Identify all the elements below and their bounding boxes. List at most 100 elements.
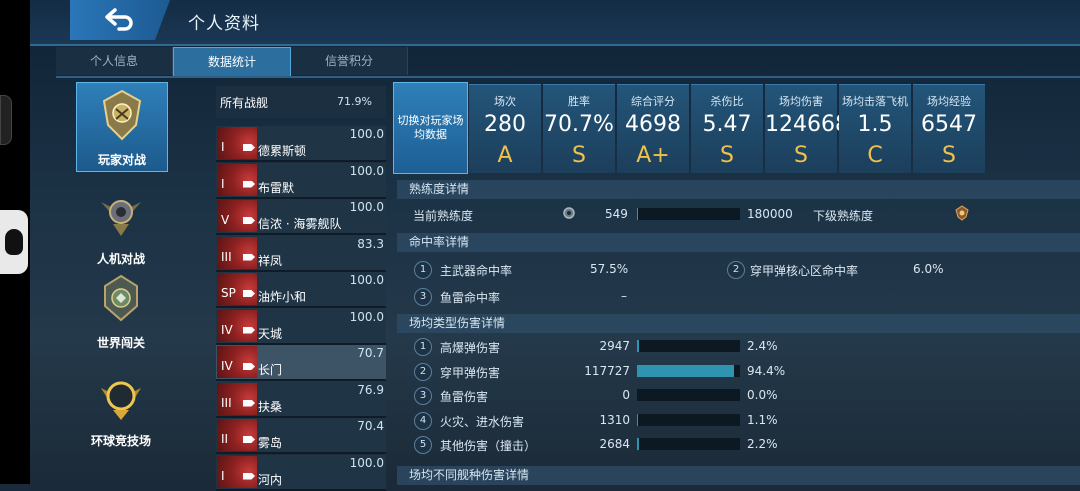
hit-rate-label: 主武器命中率 bbox=[440, 262, 512, 279]
stat-column: 场均经验6547S bbox=[913, 84, 985, 173]
ship-tier: V bbox=[221, 213, 229, 227]
stat-value: 280 bbox=[469, 112, 541, 137]
stat-value: 124668 bbox=[765, 112, 837, 137]
ship-name: 祥凤 bbox=[258, 252, 282, 269]
nav-label: 玩家对战 bbox=[77, 151, 167, 168]
switch-average-button[interactable]: 切换对玩家场均数据 bbox=[393, 82, 468, 174]
shield-emblem-icon bbox=[100, 89, 144, 141]
ship-tier: III bbox=[221, 250, 232, 264]
damage-bar bbox=[637, 340, 740, 352]
proficiency-current: 549 bbox=[605, 207, 628, 221]
ship-name: 天城 bbox=[258, 325, 282, 342]
stat-grade: A+ bbox=[617, 143, 689, 168]
mode-nav: 玩家对战 人机对战 世界闯关 环球竞技场 bbox=[72, 82, 168, 484]
tab-personal-info[interactable]: 个人信息 bbox=[56, 47, 173, 75]
stat-label: 场均经验 bbox=[913, 93, 985, 109]
damage-bar bbox=[637, 438, 740, 450]
proficiency-label: 当前熟练度 bbox=[413, 207, 473, 224]
ship-tier: I bbox=[221, 469, 225, 483]
proficiency-next: 180000 bbox=[747, 207, 793, 221]
ship-value: 70.4 bbox=[357, 419, 384, 433]
hit-rate-value: 57.5% bbox=[590, 262, 628, 276]
stat-value: 4698 bbox=[617, 112, 689, 137]
damage-percent: 2.2% bbox=[747, 437, 778, 451]
nav-item-pve[interactable]: 人机对战 bbox=[76, 182, 166, 270]
ship-value: 70.7 bbox=[357, 346, 384, 360]
damage-bar-fill bbox=[637, 414, 638, 426]
stat-column: 综合评分 4698 A+ bbox=[617, 84, 689, 173]
section-proficiency: 熟练度详情 bbox=[397, 180, 1080, 199]
stat-grade: A bbox=[469, 143, 541, 168]
damage-label: 高爆弹伤害 bbox=[440, 339, 500, 356]
ship-tier: III bbox=[221, 396, 232, 410]
ship-tier: I bbox=[221, 177, 225, 191]
ship-row[interactable]: I德累斯顿100.0 bbox=[216, 126, 386, 162]
ship-row[interactable]: III祥凤83.3 bbox=[216, 236, 386, 272]
hit-rate-value: – bbox=[621, 289, 627, 303]
ship-name: 德累斯顿 bbox=[258, 142, 306, 159]
damage-value: 1310 bbox=[560, 413, 630, 427]
ship-row[interactable]: III扶桑76.9 bbox=[216, 382, 386, 418]
tab-statistics[interactable]: 数据统计 bbox=[173, 47, 291, 77]
qq-penguin-icon[interactable] bbox=[0, 210, 28, 274]
ship-name: 布雷默 bbox=[258, 179, 294, 196]
damage-percent: 2.4% bbox=[747, 339, 778, 353]
hit-rate-label: 鱼雷命中率 bbox=[440, 289, 500, 306]
ship-row[interactable]: IV长门70.7 bbox=[216, 345, 386, 381]
ship-value: 100.0 bbox=[350, 164, 384, 178]
tab-credit-points[interactable]: 信誉积分 bbox=[291, 47, 408, 75]
ship-row[interactable]: II 雾岛 70.4 bbox=[216, 418, 386, 454]
stat-label: 胜率 bbox=[543, 93, 615, 109]
divider bbox=[56, 76, 1080, 78]
hit-rate-label: 穿甲弹核心区命中率 bbox=[750, 262, 858, 279]
nav-label: 人机对战 bbox=[76, 250, 166, 267]
stat-grade: S bbox=[691, 143, 763, 168]
item-number: 5 bbox=[414, 436, 432, 454]
ship-name: 扶桑 bbox=[258, 398, 282, 415]
ship-row[interactable]: SP油炸小和100.0 bbox=[216, 272, 386, 308]
stat-label: 综合评分 bbox=[617, 93, 689, 109]
nav-item-world-campaign[interactable]: 世界闯关 bbox=[76, 266, 166, 354]
item-number: 3 bbox=[414, 387, 432, 405]
ship-row[interactable]: IV天城100.0 bbox=[216, 309, 386, 345]
page-title: 个人资料 bbox=[188, 9, 260, 34]
nav-item-pvp[interactable]: 玩家对战 bbox=[76, 82, 168, 172]
stat-value: 5.47 bbox=[691, 112, 763, 137]
damage-percent: 94.4% bbox=[747, 364, 785, 378]
stat-grade: S bbox=[913, 143, 985, 168]
stat-column: 场均伤害124668S bbox=[765, 84, 837, 173]
damage-percent: 1.1% bbox=[747, 413, 778, 427]
stat-column: 场均击落飞机1.5C bbox=[839, 84, 911, 173]
ship-list: 所有战舰 71.9% I德累斯顿100.0I布雷默100.0V信浓 · 海雾舰队… bbox=[216, 86, 386, 484]
proficiency-bar bbox=[637, 208, 740, 220]
stat-column: 胜率70.7%S bbox=[543, 84, 615, 173]
ship-row[interactable]: I河内100.0 bbox=[216, 455, 386, 491]
ship-tier: IV bbox=[221, 323, 233, 337]
ship-value: 100.0 bbox=[350, 127, 384, 141]
damage-bar-fill bbox=[637, 365, 734, 377]
stat-label: 场次 bbox=[469, 93, 541, 109]
ship-row-all[interactable]: 所有战舰 71.9% bbox=[216, 86, 386, 118]
ship-row[interactable]: I 布雷默 100.0 bbox=[216, 163, 386, 199]
ship-value: 100.0 bbox=[350, 273, 384, 287]
winged-helmet-icon bbox=[99, 188, 143, 240]
ship-name: 雾岛 bbox=[258, 434, 282, 451]
back-button[interactable] bbox=[70, 0, 170, 40]
damage-bar bbox=[637, 389, 740, 401]
hit-rate-value: 6.0% bbox=[913, 262, 944, 276]
ship-name: 油炸小和 bbox=[258, 288, 306, 305]
item-number: 2 bbox=[727, 261, 745, 279]
ship-tier: II bbox=[221, 432, 228, 446]
nav-label: 环球竞技场 bbox=[76, 432, 166, 449]
stat-value: 70.7% bbox=[543, 112, 615, 137]
rank-insignia-icon bbox=[954, 205, 970, 221]
nav-item-global-arena[interactable]: 环球竞技场 bbox=[76, 364, 166, 452]
stat-value: 1.5 bbox=[839, 112, 911, 137]
ship-name: 所有战舰 bbox=[220, 94, 268, 111]
section-ship-type-damage: 场均不同舰种伤害详情 bbox=[397, 466, 1080, 485]
ship-row[interactable]: V信浓 · 海雾舰队100.0 bbox=[216, 199, 386, 235]
ship-value: 100.0 bbox=[350, 200, 384, 214]
damage-percent: 0.0% bbox=[747, 388, 778, 402]
side-handle[interactable] bbox=[0, 95, 12, 145]
ship-tier: IV bbox=[221, 359, 233, 373]
